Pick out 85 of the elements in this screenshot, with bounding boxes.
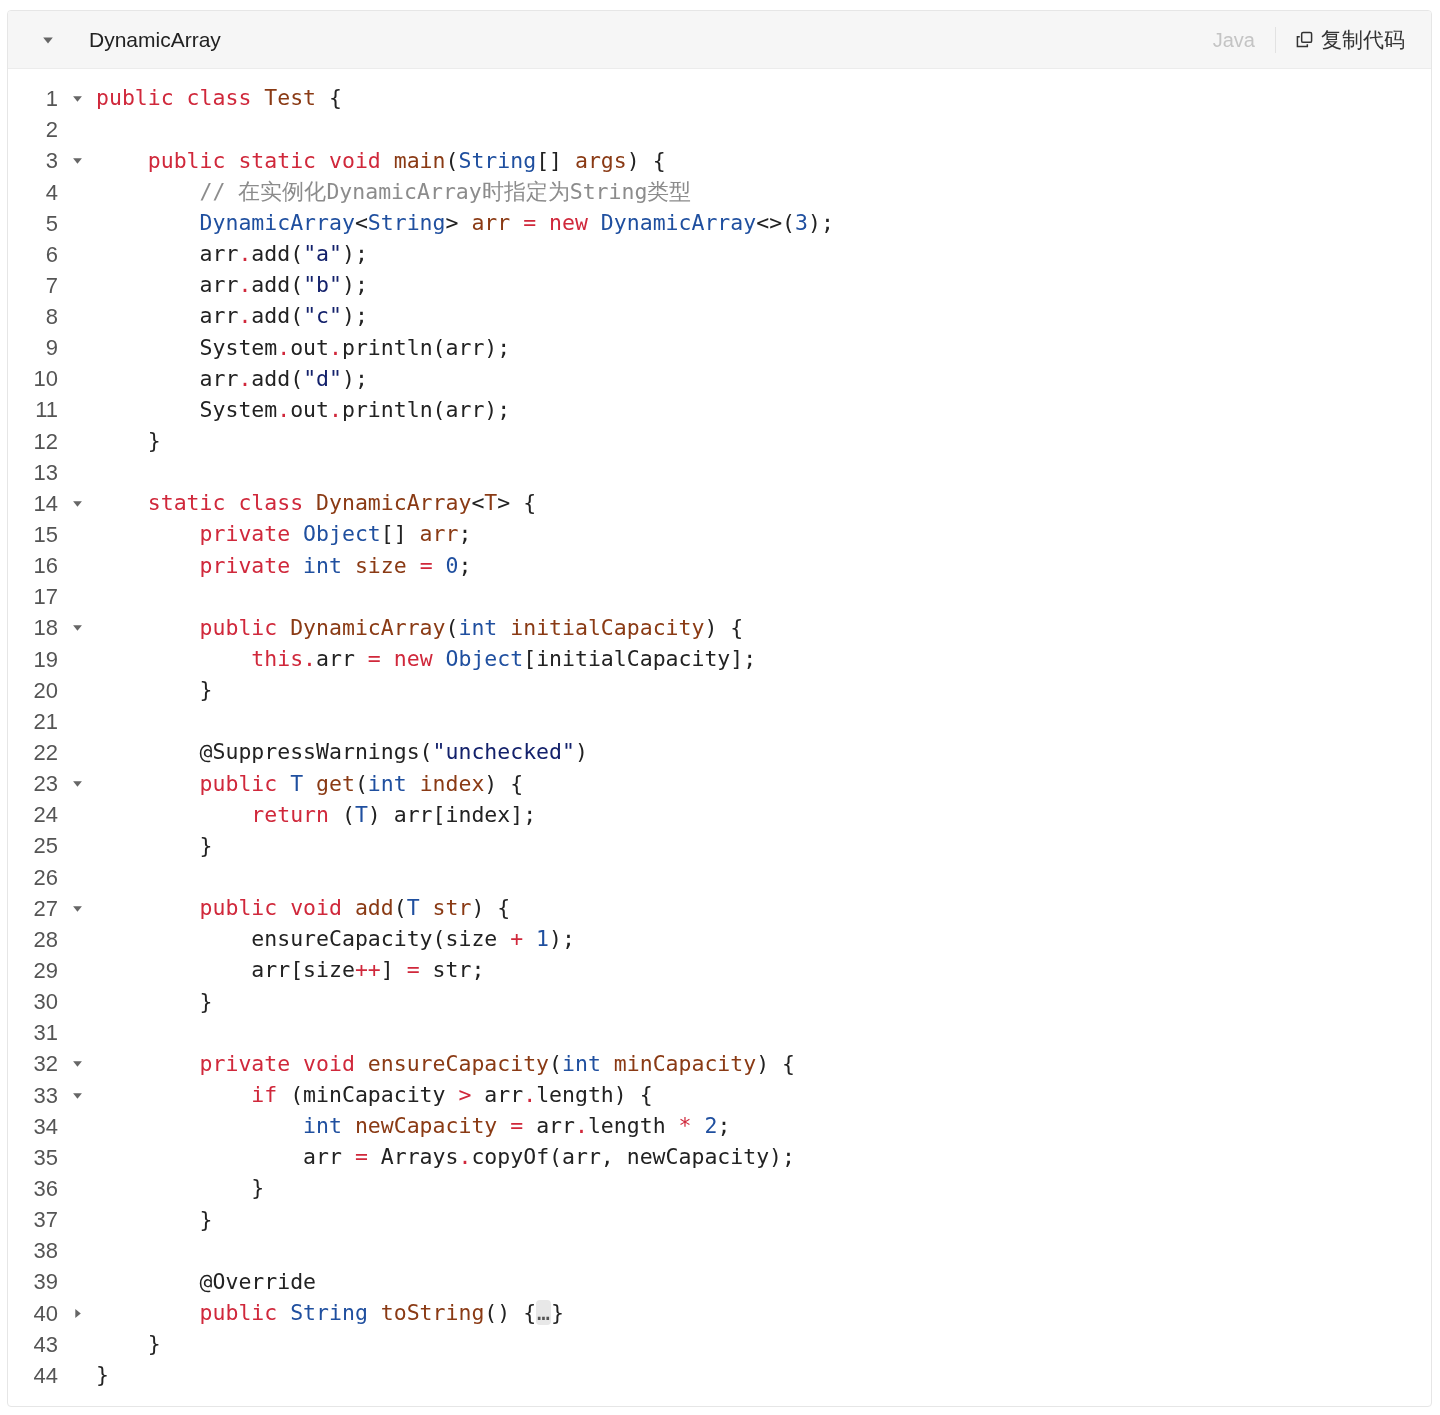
- fold-caret-down-icon[interactable]: [71, 93, 83, 105]
- line-number: 2: [44, 116, 58, 145]
- code-line: }: [198, 1205, 213, 1234]
- line-number: 34: [32, 1112, 58, 1141]
- line-number: 38: [32, 1237, 58, 1266]
- line-number: 28: [32, 925, 58, 954]
- line-number: 43: [32, 1330, 58, 1359]
- copy-icon: [1296, 31, 1313, 48]
- code-line: System.out.println(arr);: [198, 333, 511, 362]
- line-number: 10: [32, 365, 58, 394]
- code-line: private void ensureCapacity(int minCapacity) {: [198, 1049, 796, 1078]
- code-line: static class DynamicArray<T> {: [146, 489, 537, 518]
- line-number: 17: [32, 583, 58, 612]
- line-number: 30: [32, 988, 58, 1017]
- line-number: 15: [32, 521, 58, 550]
- line-number: 39: [32, 1268, 58, 1297]
- code-line: this.arr = new Object[initialCapacity];: [250, 645, 757, 673]
- code-line: @Override: [198, 1267, 317, 1296]
- code-line: @SuppressWarnings("unchecked"): [198, 738, 588, 767]
- line-number: 35: [32, 1143, 58, 1172]
- code-line: arr.add("c");: [198, 302, 368, 331]
- code-line: public DynamicArray(int initialCapacity) {: [198, 613, 744, 642]
- line-number: 20: [32, 676, 58, 705]
- line-number: 14: [32, 489, 58, 518]
- fold-caret-down-icon[interactable]: [71, 622, 83, 634]
- code-line: }: [250, 1174, 265, 1203]
- line-number: 31: [32, 1019, 58, 1048]
- fold-caret-down-icon[interactable]: [71, 1058, 83, 1070]
- code-line: ensureCapacity(size + 1);: [250, 925, 575, 954]
- line-number: 37: [32, 1206, 58, 1235]
- code-line: System.out.println(arr);: [198, 395, 511, 424]
- line-number: 7: [44, 271, 58, 300]
- code-line: }: [146, 427, 161, 455]
- code-line: public T get(int index) {: [198, 769, 524, 798]
- line-number: 11: [34, 396, 58, 425]
- line-number: 27: [32, 894, 58, 923]
- code-line: }: [96, 1361, 109, 1390]
- code-line: }: [198, 987, 213, 1016]
- code-line: // 在实例化DynamicArray时指定为String类型: [198, 177, 692, 206]
- code-block-title: DynamicArray: [89, 26, 221, 53]
- code-line: DynamicArray<String> arr = new DynamicArray<>(3);: [198, 209, 834, 237]
- line-number: 21: [32, 707, 58, 736]
- code-line: }: [146, 1330, 161, 1359]
- code-line: public class Test {: [96, 84, 342, 113]
- line-number: 44: [32, 1361, 58, 1390]
- line-number: 13: [32, 458, 58, 487]
- code-line: private Object[] arr;: [198, 520, 472, 549]
- code-line: }: [198, 676, 213, 705]
- code-line: public String toString() {…}: [198, 1298, 564, 1327]
- line-number: 6: [44, 240, 58, 269]
- line-number: 36: [32, 1175, 58, 1203]
- code-line: return (T) arr[index];: [250, 800, 537, 829]
- line-number: 4: [44, 178, 58, 207]
- line-number: 12: [32, 427, 58, 456]
- line-number: 33: [32, 1081, 58, 1110]
- code-line: private int size = 0;: [198, 551, 472, 580]
- line-number: 16: [32, 552, 58, 581]
- line-number: 1: [44, 85, 58, 114]
- code-line: arr.add("d");: [198, 364, 368, 393]
- copy-code-button[interactable]: 复制代码: [1296, 23, 1405, 56]
- code-line: if (minCapacity > arr.length) {: [250, 1080, 653, 1109]
- line-number: 19: [32, 645, 58, 674]
- code-line: arr[size++] = str;: [250, 956, 485, 985]
- fold-caret-down-icon[interactable]: [71, 778, 83, 790]
- line-number: 22: [32, 739, 58, 768]
- line-number: 25: [32, 832, 58, 861]
- line-number: 9: [44, 334, 58, 363]
- code-line: public static void main(String[] args) {: [146, 146, 666, 175]
- fold-caret-down-icon[interactable]: [71, 155, 83, 167]
- line-number: 23: [32, 770, 58, 799]
- line-number: 5: [44, 209, 58, 238]
- code-line: arr.add("a");: [198, 240, 368, 269]
- line-number: 24: [32, 801, 58, 830]
- code-line: }: [198, 831, 213, 860]
- line-number: 18: [32, 614, 58, 643]
- code-line: arr.add("b");: [198, 271, 368, 300]
- line-number: 8: [44, 303, 58, 332]
- line-number: 26: [32, 863, 58, 892]
- line-number: 32: [32, 1050, 58, 1079]
- code-line: int newCapacity = arr.length * 2;: [302, 1112, 731, 1141]
- code-line: public void add(T str) {: [198, 894, 511, 923]
- line-number: 3: [44, 147, 58, 176]
- line-number: 29: [32, 957, 58, 985]
- line-number: 40: [32, 1299, 58, 1328]
- code-line: arr = Arrays.copyOf(arr, newCapacity);: [302, 1143, 795, 1172]
